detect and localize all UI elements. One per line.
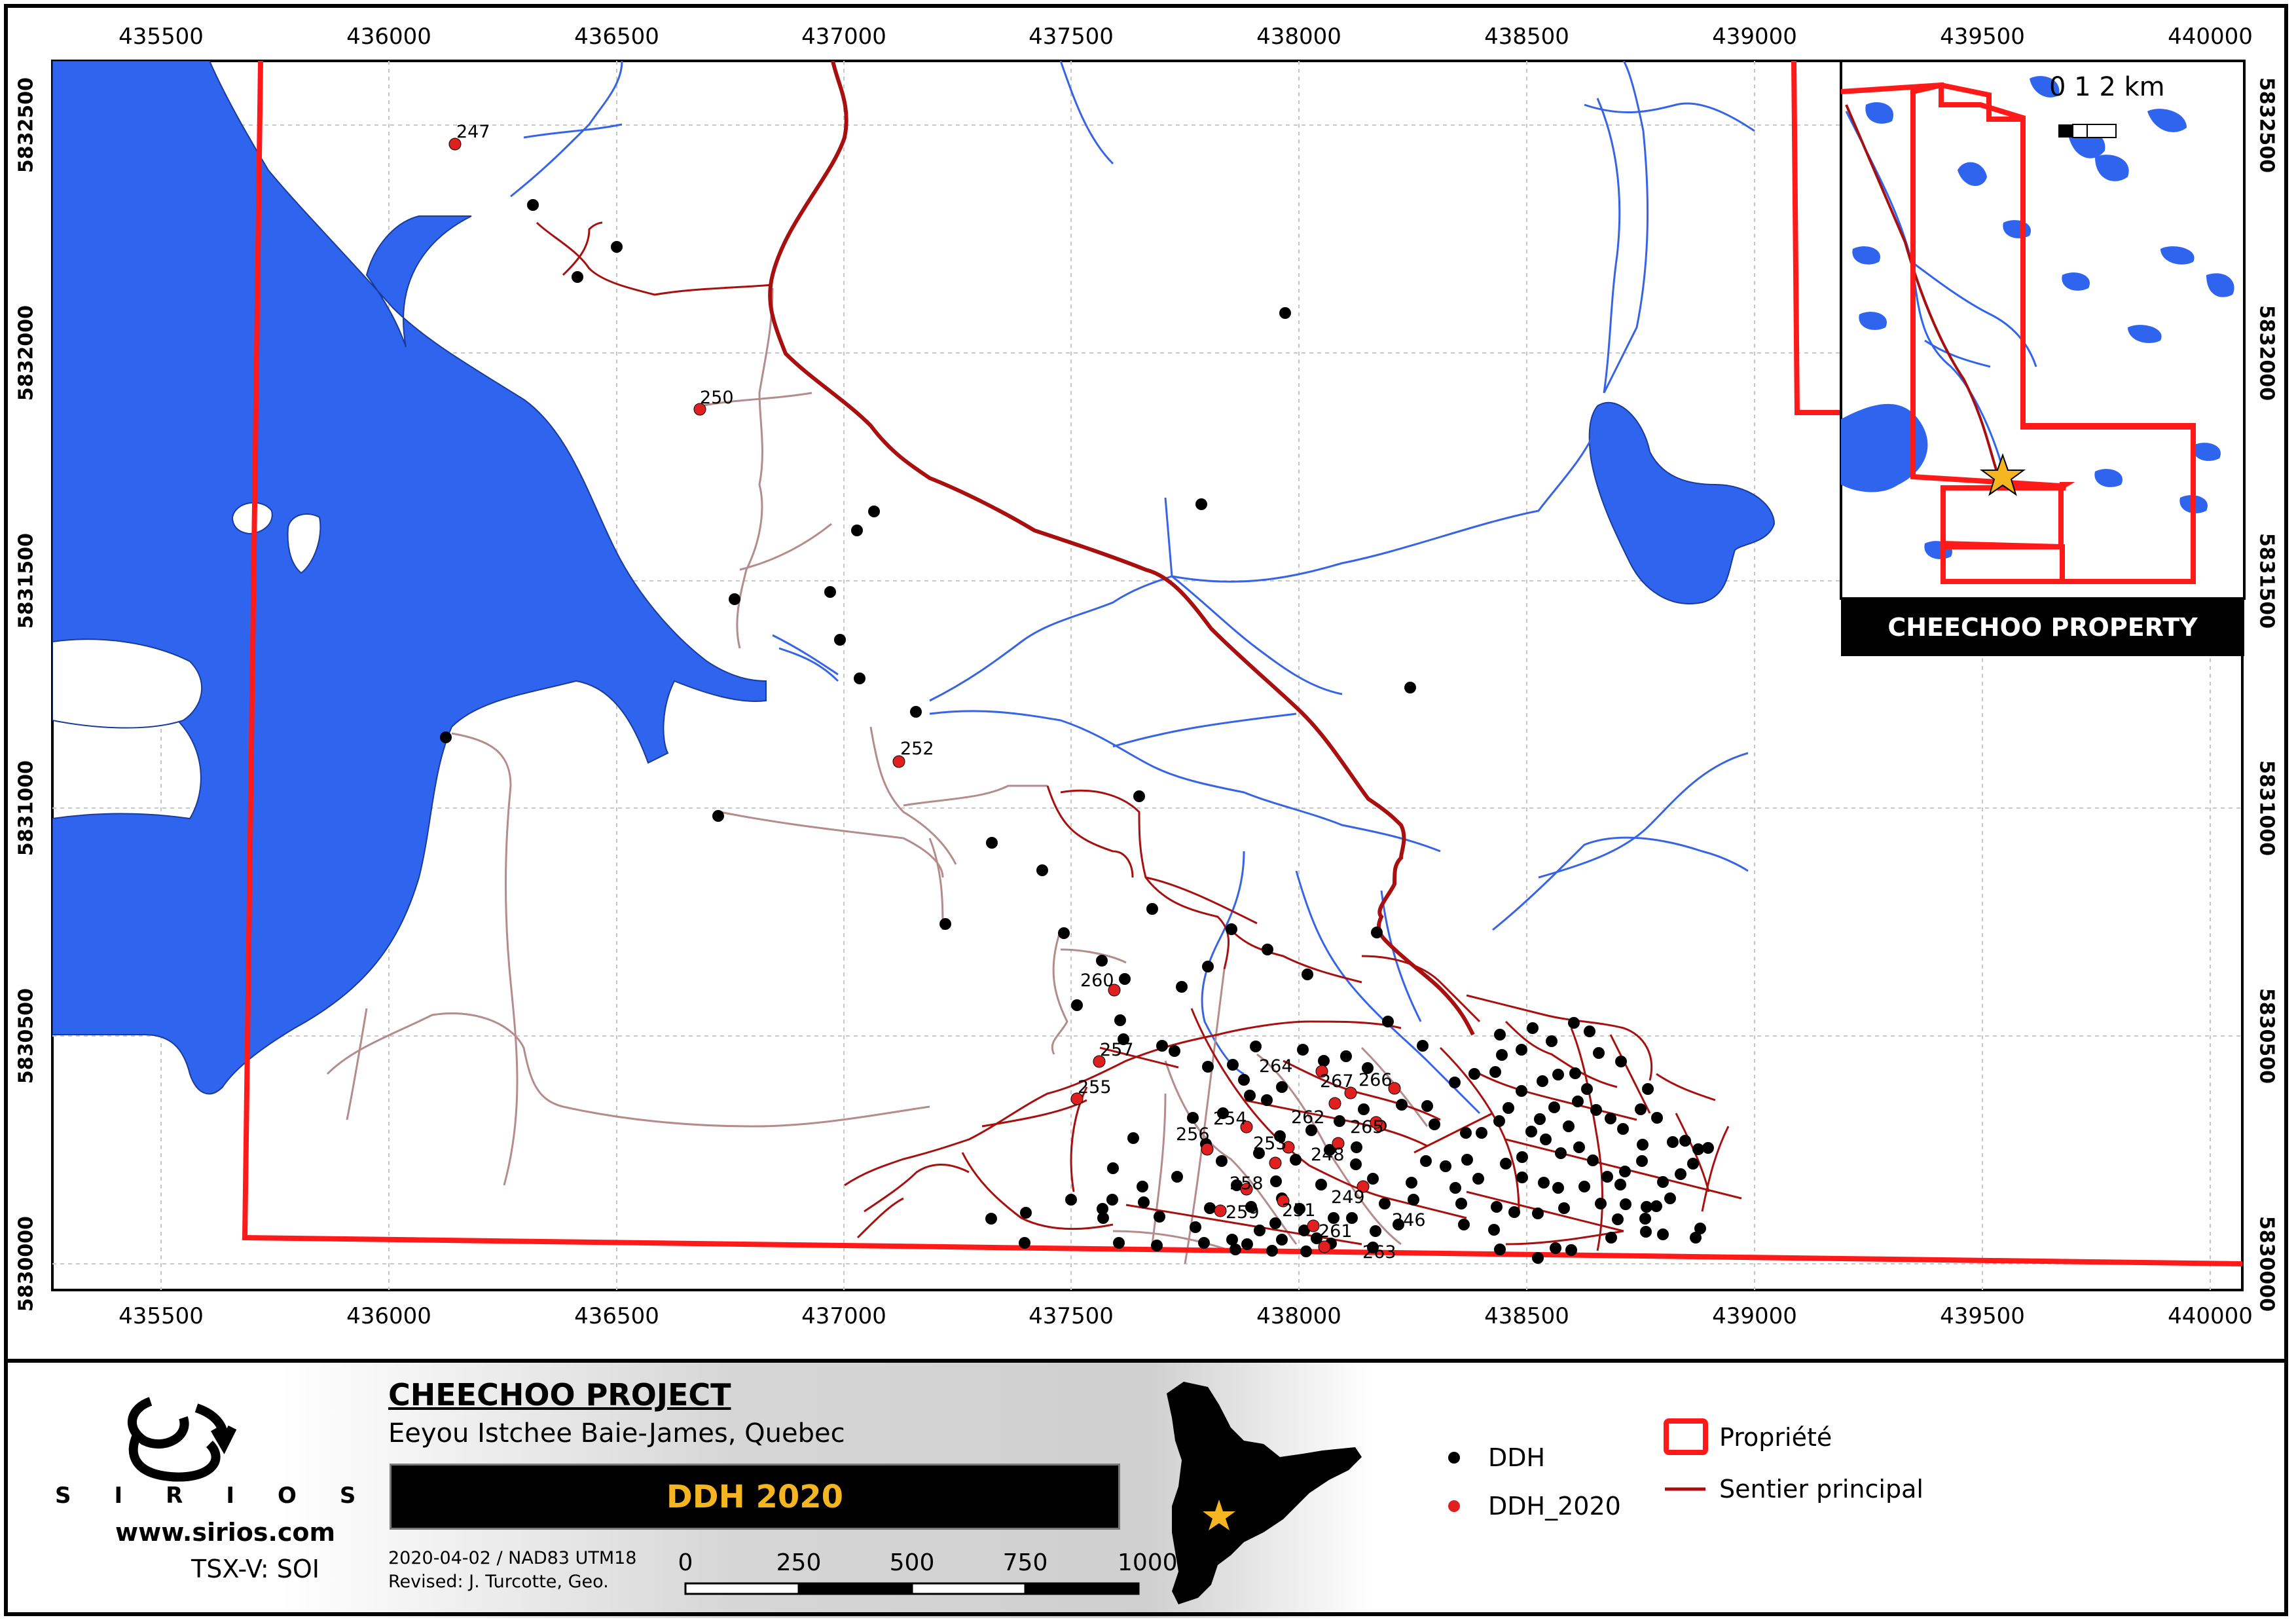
y-tick-right: 5831000 xyxy=(2255,760,2278,857)
x-tick-bottom: 439500 xyxy=(1940,1303,2025,1329)
ddh-label: 257 xyxy=(1100,1040,1134,1060)
x-tick-top: 438000 xyxy=(1256,24,1341,50)
legend-ddh-label: DDH xyxy=(1488,1443,1546,1472)
legend-ddh-2020-label: DDH_2020 xyxy=(1488,1492,1621,1521)
x-tick-bottom: 438500 xyxy=(1484,1303,1569,1329)
x-tick-bottom: 437000 xyxy=(801,1303,886,1329)
map-subtitle: DDH 2020 xyxy=(390,1464,1120,1530)
y-tick-left: 5831500 xyxy=(14,532,38,629)
ddh-label: 261 xyxy=(1319,1221,1353,1242)
project-title: CHEECHOO PROJECT xyxy=(388,1377,731,1412)
ddh-label: 266 xyxy=(1358,1070,1393,1090)
inset-title: CHEECHOO PROPERTY xyxy=(1841,599,2244,656)
x-tick-top: 437000 xyxy=(801,24,886,50)
ddh-label: 253 xyxy=(1253,1134,1287,1154)
legend-graphics xyxy=(127,1382,1708,1604)
y-tick-right: 5832500 xyxy=(2255,77,2278,174)
x-tick-bottom: 439000 xyxy=(1712,1303,1797,1329)
inset-scale-label: 0 1 2 km xyxy=(2049,72,2165,102)
ddh-label: 249 xyxy=(1331,1187,1365,1208)
y-tick-left: 5830000 xyxy=(14,1215,38,1312)
y-tick-right: 5830500 xyxy=(2255,987,2278,1084)
y-tick-right: 5830000 xyxy=(2255,1215,2278,1312)
ddh-label: 250 xyxy=(700,388,734,408)
y-tick-left: 5830500 xyxy=(14,987,38,1084)
map-page: 435500 435500 436000 436000 436500 436500 4370… xyxy=(0,0,2296,1624)
ddh-label: 246 xyxy=(1392,1210,1426,1230)
revised-line: Revised: J. Turcotte, Geo. xyxy=(388,1572,609,1592)
ddh-label: 247 xyxy=(456,122,490,142)
ticker-symbol: TSX-V: SOI xyxy=(191,1555,319,1583)
ddh-label: 248 xyxy=(1311,1145,1345,1165)
x-tick-top: 440000 xyxy=(2168,24,2253,50)
logo-text: SIRIOS xyxy=(55,1483,399,1509)
x-tick-top: 436500 xyxy=(574,24,659,50)
scale-label-0: 0 xyxy=(678,1549,693,1576)
scale-label-500: 500 xyxy=(889,1549,935,1576)
x-tick-top: 435500 xyxy=(118,24,204,50)
scale-label-750: 750 xyxy=(1002,1549,1048,1576)
x-tick-top: 439500 xyxy=(1940,24,2025,50)
scale-label-250: 250 xyxy=(776,1549,822,1576)
x-tick-bottom: 436000 xyxy=(346,1303,431,1329)
ddh-label: 254 xyxy=(1213,1109,1247,1129)
ddh-label: 263 xyxy=(1362,1242,1396,1263)
x-tick-bottom: 437500 xyxy=(1029,1303,1114,1329)
x-tick-top: 436000 xyxy=(346,24,431,50)
y-tick-left: 5832500 xyxy=(14,77,38,174)
x-tick-top: 437500 xyxy=(1029,24,1114,50)
x-tick-bottom: 440000 xyxy=(2168,1303,2253,1329)
ddh-label: 260 xyxy=(1080,970,1114,991)
project-region: Eeyou Istchee Baie-James, Quebec xyxy=(388,1418,845,1449)
x-tick-top: 438500 xyxy=(1484,24,1569,50)
ddh-label: 264 xyxy=(1259,1056,1293,1077)
ddh-label: 255 xyxy=(1078,1077,1112,1098)
website-link[interactable]: www.sirios.com xyxy=(115,1518,335,1547)
ddh-label: 267 xyxy=(1320,1071,1354,1092)
x-tick-bottom: 436500 xyxy=(574,1303,659,1329)
ddh-label: 258 xyxy=(1230,1173,1264,1194)
legend-main-trail-label: Sentier principal xyxy=(1719,1475,1923,1504)
y-tick-left: 5832000 xyxy=(14,304,38,401)
y-tick-right: 5831500 xyxy=(2255,532,2278,629)
ddh-label: 262 xyxy=(1291,1107,1325,1128)
ddh-label: 256 xyxy=(1176,1124,1210,1145)
ddh-label: 259 xyxy=(1226,1202,1260,1223)
y-tick-right: 5832000 xyxy=(2255,304,2278,401)
x-tick-bottom: 435500 xyxy=(118,1303,204,1329)
ddh-label: 252 xyxy=(900,739,934,759)
scale-label-1000: 1000 m xyxy=(1117,1549,1209,1576)
y-tick-left: 5831000 xyxy=(14,760,38,857)
legend-property-label: Propriété xyxy=(1719,1423,1832,1452)
date-datum-line: 2020-04-02 / NAD83 UTM18 xyxy=(388,1548,637,1568)
ddh-label: 251 xyxy=(1282,1200,1316,1221)
x-tick-top: 439000 xyxy=(1712,24,1797,50)
x-tick-bottom: 438000 xyxy=(1256,1303,1341,1329)
ddh-label: 265 xyxy=(1350,1117,1384,1137)
